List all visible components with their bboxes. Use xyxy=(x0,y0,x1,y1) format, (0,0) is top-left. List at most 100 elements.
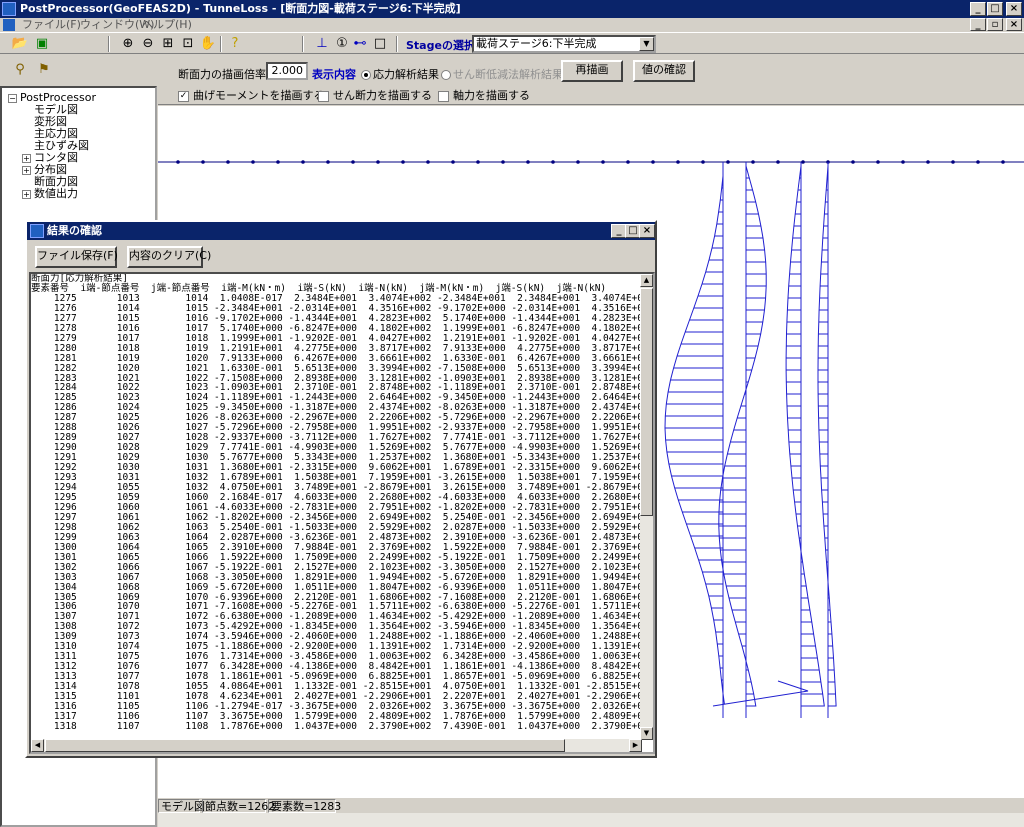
node-dot xyxy=(726,160,730,164)
scroll-up-icon[interactable]: ▲ xyxy=(640,274,653,287)
node-dot xyxy=(676,160,680,164)
mdi-icon[interactable] xyxy=(3,19,15,31)
table-row: 1318 1107 1108 1.7876E+000 1.0437E+000 2… xyxy=(31,720,645,732)
checkbox-icon[interactable] xyxy=(318,90,329,102)
node-dot xyxy=(776,160,780,164)
toolbar-separator xyxy=(220,36,222,52)
status-nodes: 節点数=1262 xyxy=(202,799,275,813)
node-dot xyxy=(576,160,580,164)
beam-icon[interactable]: ⊷ xyxy=(350,35,370,53)
tree-item-numeric[interactable]: + 数値出力 xyxy=(22,188,78,200)
node-dot xyxy=(851,160,855,164)
status-bar: モデル図 節点数=1262 要素数=1283 xyxy=(158,799,1024,813)
checkmark-icon[interactable]: ✓ xyxy=(178,90,189,102)
options-panel: 断面力の描画倍率 2.000 表示内容 応力解析結果 せん断低減法解析結果 再描… xyxy=(158,55,1024,105)
vertical-scrollbar[interactable]: ▲ ▼ xyxy=(640,274,653,740)
shear-checkbox[interactable]: せん断力を描画する xyxy=(318,87,432,103)
toolbar: 📂 ▣ ⊕ ⊖ ⊞ ⊡ ✋ ? ⊥ ① ⊷ □ Stageの選択 載荷ステージ6… xyxy=(0,32,1024,54)
radio-off-icon[interactable] xyxy=(441,70,451,80)
node-dot xyxy=(376,160,380,164)
moment-curve-center xyxy=(718,165,767,707)
node-dot xyxy=(201,160,205,164)
radio-shear-reduction[interactable]: せん断低減法解析結果 xyxy=(441,66,563,82)
child-close-button[interactable]: × xyxy=(1006,18,1022,31)
fit-icon[interactable]: ⊞ xyxy=(158,35,178,53)
toolbar-separator xyxy=(302,36,304,52)
status-elements: 要素数=1283 xyxy=(268,799,341,813)
hscroll-thumb[interactable] xyxy=(45,739,565,752)
node-dot xyxy=(926,160,930,164)
status-mode: モデル図 xyxy=(158,799,205,813)
axial-checkbox[interactable]: 軸力を描画する xyxy=(438,87,530,103)
clear-content-button[interactable]: 内容のクリア(C) xyxy=(127,246,211,268)
node-dot xyxy=(426,160,430,164)
main-scrollbar[interactable] xyxy=(158,813,1024,827)
zoom-out-icon[interactable]: ⊖ xyxy=(138,35,158,53)
scroll-right-icon[interactable]: ▶ xyxy=(629,739,642,752)
moment-checkbox[interactable]: ✓ 曲げモーメントを描画する xyxy=(178,87,325,103)
node-dot xyxy=(976,160,980,164)
save-file-button[interactable]: ファイル保存(F) xyxy=(35,246,118,268)
result-dialog: 結果の確認 _ □ × ファイル保存(F) 内容のクリア(C) 断面力[応力解析… xyxy=(25,220,657,758)
zoom-in-icon[interactable]: ⊕ xyxy=(118,35,138,53)
app-icon xyxy=(2,2,16,16)
checkbox-icon[interactable] xyxy=(438,90,449,102)
horizontal-scrollbar[interactable]: ◀ ▶ xyxy=(31,739,642,752)
dialog-icon xyxy=(30,224,44,238)
expand-icon[interactable]: + xyxy=(22,189,31,199)
node-dot xyxy=(901,160,905,164)
pan-hand-icon[interactable]: ✋ xyxy=(198,35,218,53)
child-restore-button[interactable]: ▫ xyxy=(987,18,1003,31)
toolbar-separator xyxy=(108,36,110,52)
child-minimize-button[interactable]: _ xyxy=(970,18,986,31)
moment-curve-far-right xyxy=(817,165,837,707)
table-row: 1304 1068 1069 -5.6720E+000 1.0511E+000 … xyxy=(31,581,645,593)
node-dot xyxy=(401,160,405,164)
toolbar-separator xyxy=(396,36,398,52)
tree-tool2-icon[interactable]: ⚑ xyxy=(34,61,54,79)
window-zoom-icon[interactable]: ⊡ xyxy=(178,35,198,53)
tree-tool-icon[interactable]: ⚲ xyxy=(10,61,30,79)
node-dot xyxy=(476,160,480,164)
node-dot xyxy=(876,160,880,164)
node-dot xyxy=(176,160,180,164)
minimize-button[interactable]: _ xyxy=(970,2,986,16)
open-folder-icon[interactable]: 📂 xyxy=(10,35,30,53)
result-text: 断面力[応力解析結果] 要素番号 i端-節点番号 j端-節点番号 i端-M(kN・… xyxy=(31,274,645,740)
scroll-left-icon[interactable]: ◀ xyxy=(31,739,44,752)
confirm-values-button[interactable]: 値の確認 xyxy=(633,60,695,82)
expand-icon[interactable]: + xyxy=(22,153,31,163)
scroll-thumb[interactable] xyxy=(640,288,653,516)
result-textarea[interactable]: 断面力[応力解析結果] 要素番号 i端-節点番号 j端-節点番号 i端-M(kN・… xyxy=(29,272,655,754)
menu-file[interactable]: ファイル(F) xyxy=(22,18,81,32)
maximize-button[interactable]: □ xyxy=(987,2,1003,16)
stage-select[interactable]: 載荷ステージ6:下半完成 ▼ xyxy=(472,35,656,53)
collapse-icon[interactable]: − xyxy=(8,93,17,103)
dialog-close-button[interactable]: × xyxy=(639,224,655,238)
node-dot xyxy=(526,160,530,164)
display-label: 表示内容 xyxy=(312,68,356,81)
menu-help[interactable]: ヘルプ(H) xyxy=(142,18,192,32)
expand-icon[interactable]: + xyxy=(22,165,31,175)
title-bar: PostProcessor(GeoFEAS2D) - TunneLoss - [… xyxy=(0,0,1024,18)
node-dot xyxy=(801,160,805,164)
close-button[interactable]: × xyxy=(1006,2,1022,16)
dialog-title-bar: 結果の確認 _ □ × xyxy=(27,222,655,240)
menu-bar: ファイル(F) ウィンドウ(W) ヘルプ(H) _ ▫ × xyxy=(0,18,1024,32)
shear-checkbox-label: せん断力を描画する xyxy=(333,89,432,102)
frame-icon[interactable]: □ xyxy=(370,35,390,53)
scale-input[interactable]: 2.000 xyxy=(266,62,308,80)
radio-stress[interactable]: 応力解析結果 xyxy=(361,66,439,82)
chevron-down-icon[interactable]: ▼ xyxy=(639,37,654,51)
dialog-title: 結果の確認 xyxy=(47,224,102,237)
node-dot xyxy=(951,160,955,164)
stage-value: 載荷ステージ6:下半完成 xyxy=(476,37,597,50)
export-icon[interactable]: ▣ xyxy=(32,35,52,53)
node-dot xyxy=(226,160,230,164)
radio-on-icon[interactable] xyxy=(361,70,371,80)
node-icon[interactable]: ⊥ xyxy=(312,35,332,53)
node-dot xyxy=(351,160,355,164)
help-icon[interactable]: ? xyxy=(225,35,245,53)
redraw-button[interactable]: 再描画 xyxy=(561,60,623,82)
element-number-icon[interactable]: ① xyxy=(332,35,352,53)
